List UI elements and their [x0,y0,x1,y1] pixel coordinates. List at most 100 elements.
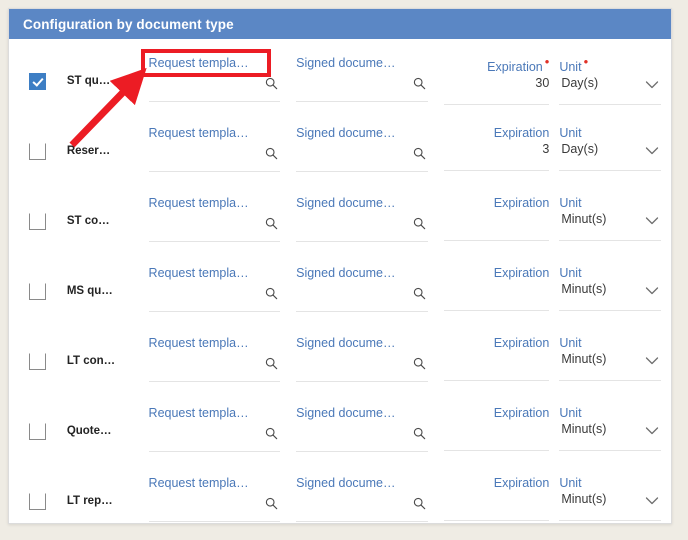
search-icon[interactable] [265,497,278,510]
search-icon[interactable] [413,287,426,300]
expiration-input[interactable] [443,351,550,381]
expiration-label: Expiration • [487,55,550,75]
unit-cell: Unit Day(s) [559,125,671,171]
request-template-input[interactable] [148,491,281,522]
unit-dropdown[interactable]: Minut(s) [559,421,661,451]
search-icon[interactable] [265,287,278,300]
search-icon[interactable] [413,217,426,230]
signed-document-label: Signed docume… [296,56,396,70]
request-template-label: Request templa… [148,336,249,350]
row-checkbox[interactable] [29,493,47,510]
signed-document-input[interactable] [296,281,428,312]
expiration-label: Expiration [493,126,550,140]
signed-document-input[interactable] [296,421,428,452]
signed-document-label: Signed docume… [296,406,396,420]
signed-document-input[interactable] [296,211,428,242]
signed-document-cell: Signed docume… [296,265,444,312]
chevron-down-icon[interactable] [645,80,659,90]
search-icon[interactable] [413,147,426,160]
search-icon[interactable] [413,77,426,90]
expiration-input[interactable]: 30 [443,75,550,106]
unit-dropdown[interactable]: Minut(s) [559,281,661,311]
signed-document-cell: Signed docume… [296,55,444,102]
request-template-input[interactable] [148,71,281,102]
search-icon[interactable] [265,217,278,230]
expiration-label: Expiration [493,336,550,350]
unit-dropdown[interactable]: Day(s) [559,141,661,171]
document-type-cell: LT con… [67,335,149,367]
table-row: ST co… Request templa… Signed docume… Expir… [9,187,671,257]
request-template-input[interactable] [148,211,281,242]
request-template-input[interactable] [148,351,281,382]
search-icon[interactable] [265,77,278,90]
search-icon[interactable] [265,357,278,370]
chevron-down-icon[interactable] [645,496,659,506]
request-template-input[interactable] [148,141,281,172]
document-type-label: ST qu… [66,75,111,87]
document-type-label: Reser… [66,145,111,157]
unit-value: Day(s) [561,142,599,156]
expiration-input[interactable] [443,281,550,311]
expiration-input[interactable] [443,421,550,451]
unit-dropdown[interactable]: Minut(s) [559,211,661,241]
row-checkbox[interactable] [29,73,47,90]
expiration-label: Expiration [493,476,550,490]
expiration-cell: Expiration [443,475,560,521]
request-template-input[interactable] [148,281,281,312]
document-type-cell: MS qu… [67,265,149,297]
signed-document-input[interactable] [296,491,428,522]
signed-document-label: Signed docume… [296,476,396,490]
chevron-down-icon[interactable] [645,286,659,296]
chevron-down-icon[interactable] [645,356,659,366]
row-checkbox[interactable] [29,143,47,160]
row-checkbox[interactable] [29,423,47,440]
chevron-down-icon[interactable] [645,216,659,226]
table-row: Reser… Request templa… Signed docume… Expir… [9,117,671,187]
signed-document-cell: Signed docume… [296,125,444,172]
unit-value: Minut(s) [561,422,607,436]
search-icon[interactable] [413,357,426,370]
search-icon[interactable] [413,497,426,510]
unit-label: Unit [559,476,582,490]
search-icon[interactable] [413,427,426,440]
document-type-cell: LT rep… [67,475,149,507]
document-type-label: MS qu… [66,285,113,297]
table-row: Quote… Request templa… Signed docume… Expir… [9,397,671,467]
row-select-cell [9,265,67,300]
chevron-down-icon[interactable] [645,426,659,436]
required-marker: • [544,55,550,69]
row-select-cell [9,55,67,90]
configuration-card: Configuration by document type ST qu… Req… [8,8,672,524]
row-checkbox[interactable] [29,213,47,230]
signed-document-input[interactable] [296,351,428,382]
row-checkbox[interactable] [29,283,47,300]
chevron-down-icon[interactable] [645,146,659,156]
request-template-label: Request templa… [148,126,249,140]
unit-dropdown[interactable]: Day(s) [559,75,661,106]
signed-document-input[interactable] [296,71,428,102]
signed-document-cell: Signed docume… [296,405,444,452]
expiration-value: 30 [535,76,550,91]
signed-document-cell: Signed docume… [296,195,444,242]
document-type-cell: ST qu… [67,55,149,87]
request-template-input[interactable] [148,421,281,452]
document-type-cell: ST co… [67,195,149,227]
document-type-cell: Reser… [67,125,149,157]
expiration-input[interactable] [443,491,550,521]
unit-cell: Unit • Day(s) [559,55,671,106]
signed-document-input[interactable] [296,141,428,172]
unit-dropdown[interactable]: Minut(s) [559,351,661,381]
search-icon[interactable] [265,147,278,160]
search-icon[interactable] [265,427,278,440]
request-template-cell: Request templa… [148,125,297,172]
unit-dropdown[interactable]: Minut(s) [559,491,661,521]
table-row: LT rep… Request templa… Signed docume… Expi… [9,467,671,523]
expiration-input[interactable] [443,211,550,241]
signed-document-cell: Signed docume… [296,475,444,522]
expiration-input[interactable]: 3 [443,141,550,171]
unit-label: Unit [559,406,582,420]
expiration-label: Expiration [493,406,550,420]
unit-cell: Unit Minut(s) [559,405,671,451]
row-checkbox[interactable] [29,353,47,370]
unit-label: Unit [559,126,582,140]
